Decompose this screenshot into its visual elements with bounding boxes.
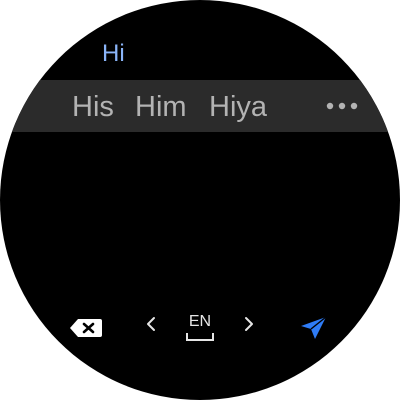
- keyboard-toolbar: EN: [0, 300, 400, 356]
- suggestion-bar: His Him Hiya: [0, 80, 400, 132]
- more-horizontal-icon: [326, 102, 358, 110]
- suggestion-item[interactable]: His: [72, 91, 114, 123]
- send-button[interactable]: [298, 314, 328, 342]
- next-language-button[interactable]: [242, 314, 256, 334]
- watch-screen: Hi His Him Hiya EN: [0, 0, 400, 400]
- typed-text-field[interactable]: Hi: [102, 40, 125, 68]
- suggestion-item[interactable]: Hiya: [209, 91, 267, 123]
- language-label: EN: [188, 313, 212, 330]
- more-suggestions-button[interactable]: [322, 94, 362, 118]
- language-switch-button[interactable]: EN: [178, 308, 222, 344]
- previous-language-button[interactable]: [144, 314, 158, 334]
- space-bar-icon: [186, 333, 214, 341]
- suggestion-item[interactable]: Him: [135, 91, 187, 123]
- backspace-icon: [70, 319, 102, 337]
- chevron-left-icon: [147, 317, 155, 331]
- send-icon: [301, 316, 327, 339]
- backspace-button[interactable]: [68, 316, 104, 340]
- chevron-right-icon: [245, 317, 253, 331]
